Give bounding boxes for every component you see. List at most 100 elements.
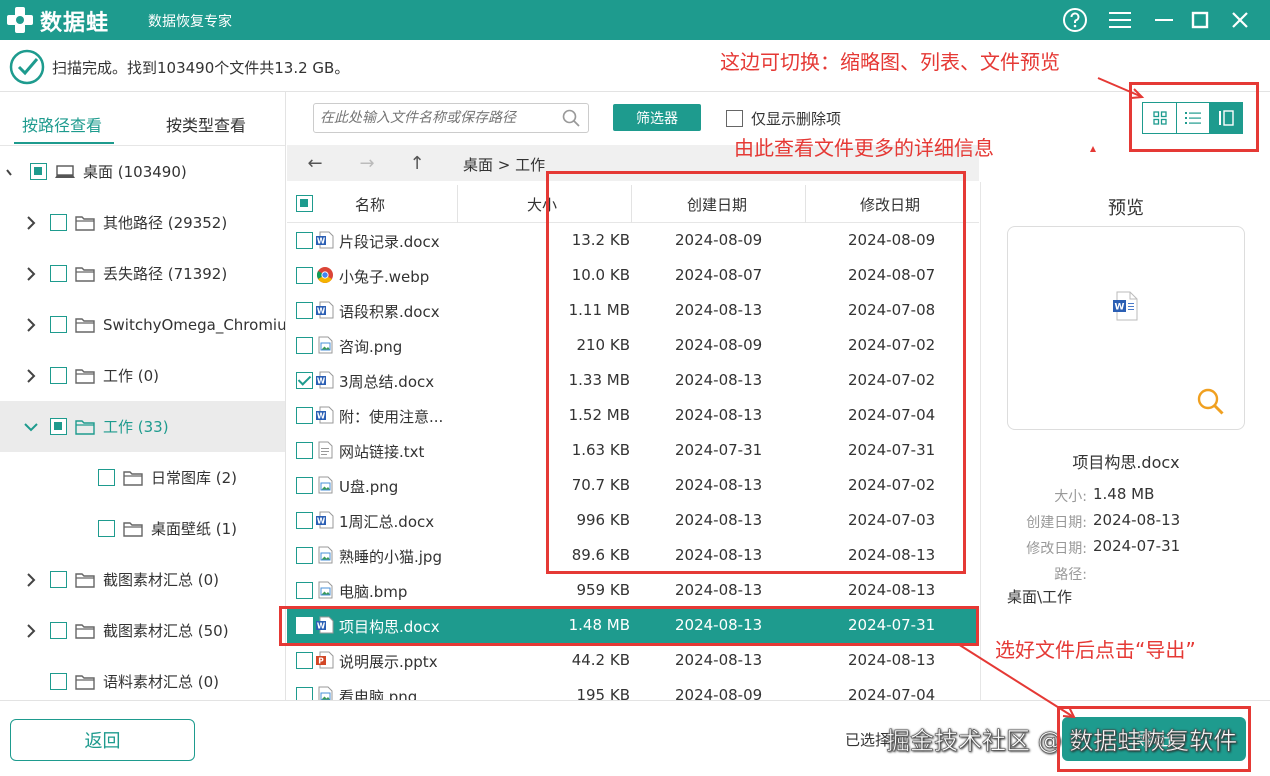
file-created-date: 2024-08-13 [675,581,763,599]
folder-icon [75,266,95,282]
row-checkbox[interactable] [296,372,313,389]
table-row[interactable]: P 说明展示.pptx 44.2 KB 2024-08-13 2024-08-13 [287,643,979,678]
only-deleted-toggle[interactable]: 仅显示删除项 [726,108,841,129]
image-file-icon [318,686,333,700]
tree-item-label: SwitchyOmega_Chromium [103,315,286,334]
tree-item[interactable]: 语料素材汇总 (0) [0,656,285,700]
annotation-box-details [546,171,966,574]
only-deleted-checkbox[interactable] [726,110,743,127]
row-checkbox[interactable] [296,582,313,599]
tab-by-path[interactable]: 按路径查看 [22,112,102,136]
forward-arrow-icon[interactable]: → [355,151,379,175]
row-checkbox[interactable] [296,547,313,564]
svg-text:W: W [317,376,326,385]
tree-item-label: 截图素材汇总 (50) [103,622,229,640]
tree-item[interactable]: 截图素材汇总 (50) [0,605,285,656]
chevron-right-icon[interactable] [24,215,38,230]
tree-item[interactable]: SwitchyOmega_Chromium [0,299,286,350]
left-panel: 按路径查看 按类型查看 桌面 (103490) 其他路径 (29352) 丢失路径 … [0,92,286,700]
tree-item[interactable]: 日常图库 (2) [0,452,285,503]
row-checkbox[interactable] [296,232,313,249]
chevron-right-icon[interactable] [24,572,38,587]
file-name: 语段积累.docx [339,303,440,321]
tree-checkbox[interactable] [50,571,67,588]
tree-item[interactable]: 桌面壁纸 (1) [0,503,285,554]
tree-item-label: 工作 (0) [103,367,160,385]
row-checkbox[interactable] [296,687,313,700]
app-subtitle: 数据恢复专家 [148,14,232,30]
preview-title: 预览 [1108,198,1144,219]
close-icon[interactable] [1226,6,1254,34]
svg-text:W: W [1115,303,1125,313]
select-all-checkbox[interactable] [296,195,313,212]
search-box[interactable] [313,103,589,133]
file-modified-date: 2024-07-04 [848,686,936,700]
row-checkbox[interactable] [296,302,313,319]
row-checkbox[interactable] [296,442,313,459]
row-checkbox[interactable] [296,652,313,669]
tree-item[interactable]: 截图素材汇总 (0) [0,554,285,605]
row-checkbox[interactable] [296,512,313,529]
title-bar: 数据蛙 数据恢复专家 [0,0,1270,40]
table-row[interactable]: 看电脑.png 195 KB 2024-08-09 2024-07-04 [287,678,979,700]
zoom-icon[interactable] [1196,387,1226,417]
tree-checkbox[interactable] [50,214,67,231]
file-modified-date: 2024-08-13 [848,651,936,669]
file-created-date: 2024-08-09 [675,686,763,700]
image-file-icon [318,546,333,564]
chrome-file-icon [317,267,333,283]
minimize-icon[interactable] [1150,6,1178,34]
filter-button[interactable]: 筛选器 [613,104,701,131]
tree-checkbox[interactable] [50,265,67,282]
tree-checkbox[interactable] [50,673,67,690]
tree-checkbox[interactable] [30,163,47,180]
column-name[interactable]: 名称 [355,194,385,215]
up-arrow-icon[interactable]: ↑ [405,151,429,175]
folder-icon [123,470,143,486]
chevron-right-icon[interactable] [24,317,38,332]
tab-by-type[interactable]: 按类型查看 [166,112,246,136]
row-checkbox[interactable] [296,477,313,494]
tree-item-label: 日常图库 (2) [151,469,238,487]
tree-checkbox[interactable] [98,469,115,486]
tree-item[interactable]: 其他路径 (29352) [0,197,285,248]
chevron-down-icon[interactable] [4,165,18,179]
selected-info: 已选择 [845,731,891,749]
row-checkbox[interactable] [296,267,313,284]
tree-checkbox[interactable] [50,316,67,333]
row-checkbox[interactable] [296,407,313,424]
breadcrumb[interactable]: 桌面 > 工作 [463,154,545,175]
search-input[interactable] [320,108,556,128]
svg-text:W: W [317,411,326,420]
row-checkbox[interactable] [296,337,313,354]
tree-checkbox[interactable] [50,367,67,384]
annotation-switch-hint: 这边可切换：缩略图、列表、文件预览 [720,50,1060,74]
preview-filename: 项目构思.docx [1072,453,1180,472]
tree-item[interactable]: 工作 (0) [0,350,285,401]
table-row[interactable]: 电脑.bmp 959 KB 2024-08-13 2024-08-13 [287,573,979,608]
tree-checkbox[interactable] [50,418,67,435]
back-arrow-icon[interactable]: ← [303,151,327,175]
folder-icon [75,572,95,588]
folder-icon [75,368,95,384]
file-name: 说明展示.pptx [339,653,438,671]
chevron-right-icon[interactable] [24,623,38,638]
chevron-right-icon[interactable] [24,266,38,281]
back-button[interactable]: 返回 [10,719,195,761]
search-icon[interactable] [562,109,580,127]
menu-icon[interactable] [1106,6,1134,34]
tree-item[interactable]: 工作 (33) [0,401,285,452]
maximize-icon[interactable] [1186,6,1214,34]
preview-size-label: 大小: [1054,489,1087,505]
tree-checkbox[interactable] [50,622,67,639]
tree-item[interactable]: 桌面 (103490) [0,146,285,197]
tree-item-label: 其他路径 (29352) [103,214,228,232]
file-size: 959 KB [576,581,630,599]
chevron-right-icon[interactable] [24,368,38,383]
chevron-down-icon[interactable] [24,420,38,434]
tree-checkbox[interactable] [98,520,115,537]
word-file-icon: W [316,371,334,389]
help-icon[interactable] [1061,6,1089,34]
image-file-icon [318,476,333,494]
tree-item[interactable]: 丢失路径 (71392) [0,248,285,299]
